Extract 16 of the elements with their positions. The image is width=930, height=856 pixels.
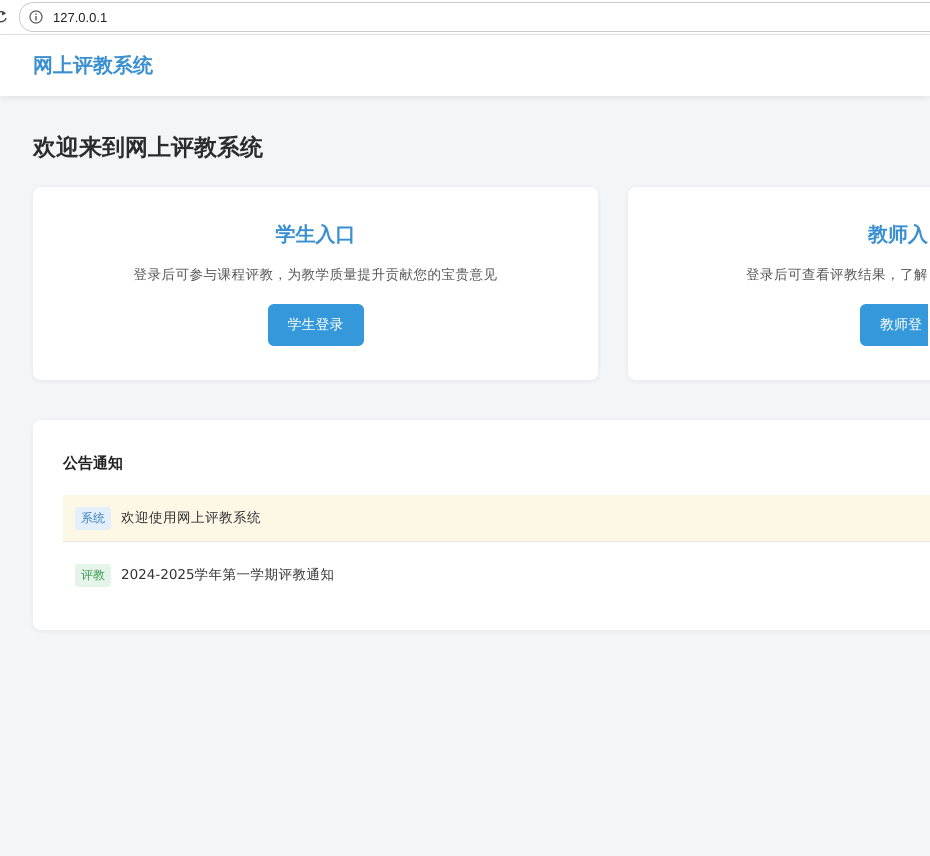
card-title: 教师入	[868, 221, 928, 248]
page-heading: 欢迎来到网上评教系统	[33, 134, 264, 163]
card-description: 登录后可查看评教结果，了解	[746, 266, 928, 284]
panel-title: 公告通知	[63, 454, 124, 473]
info-icon[interactable]	[29, 10, 43, 24]
url-text: 127.0.0.1	[53, 10, 108, 24]
card-description: 登录后可参与课程评教，为教学质量提升贡献您的宝贵意见	[134, 266, 498, 284]
notice-tag: 系统	[75, 506, 111, 530]
reload-icon[interactable]	[0, 10, 7, 24]
notice-text: 2024-2025学年第一学期评教通知	[121, 566, 335, 584]
card-title: 学生入口	[276, 221, 356, 248]
notice-tag: 评教	[75, 564, 111, 586]
notice-row[interactable]: 评教 2024-2025学年第一学期评教通知	[63, 552, 930, 598]
notice-text: 欢迎使用网上评教系统	[121, 509, 261, 527]
address-bar[interactable]: 127.0.0.1	[19, 2, 930, 32]
notice-row[interactable]: 系统 欢迎使用网上评教系统	[63, 495, 930, 542]
